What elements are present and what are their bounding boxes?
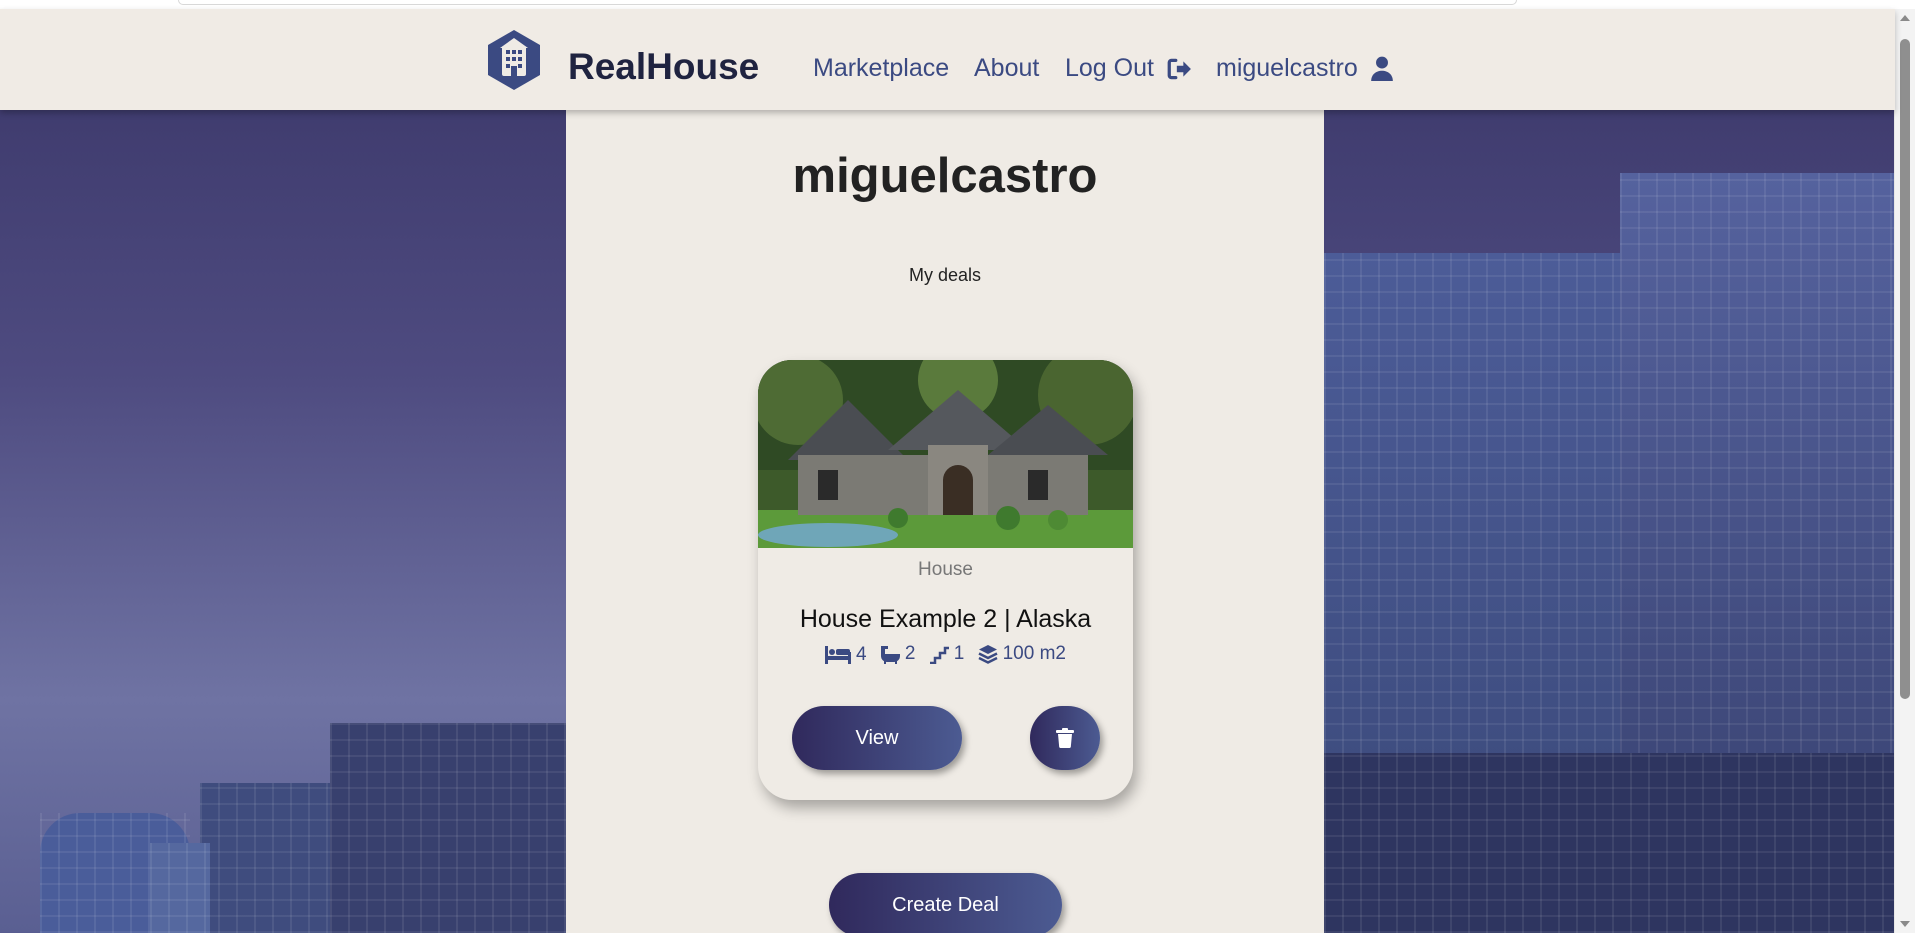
feature-bathrooms: 2 — [880, 643, 916, 665]
page-scrollbar[interactable] — [1894, 9, 1915, 933]
nav-marketplace[interactable]: Marketplace — [813, 54, 949, 83]
deal-features: 4 2 1 100 m2 — [758, 643, 1133, 670]
bathrooms-count: 2 — [904, 643, 916, 664]
nav-user[interactable]: miguelcastro — [1216, 54, 1358, 83]
user-icon[interactable] — [1369, 54, 1395, 82]
building-hexagon-icon[interactable] — [482, 28, 546, 92]
feature-bedrooms: 4 — [825, 644, 867, 666]
nav-logout[interactable]: Log Out — [1065, 54, 1154, 83]
create-deal-button[interactable]: Create Deal — [829, 873, 1062, 933]
stairs-icon — [929, 646, 949, 664]
deal-photo — [758, 360, 1133, 548]
deal-type: House — [918, 559, 973, 580]
scroll-down-icon[interactable] — [1900, 921, 1910, 927]
profile-panel: miguelcastro My deals House House Exampl… — [566, 110, 1324, 933]
sign-out-icon[interactable] — [1166, 56, 1192, 82]
feature-area: 100 m2 — [978, 643, 1066, 665]
bedrooms-count: 4 — [856, 644, 867, 665]
bath-icon — [880, 646, 900, 664]
trash-icon — [1056, 728, 1074, 748]
view-deal-button[interactable]: View — [792, 706, 962, 770]
feature-floors: 1 — [929, 643, 965, 665]
delete-deal-button[interactable] — [1030, 706, 1100, 770]
layers-icon — [978, 645, 998, 664]
browser-address-bar-edge — [178, 0, 1517, 5]
section-title: My deals — [908, 265, 982, 285]
scroll-up-icon[interactable] — [1900, 15, 1910, 21]
deal-title: House Example 2 | Alaska — [799, 605, 1092, 633]
page-title: miguelcastro — [792, 149, 1098, 203]
browser-top-strip — [0, 0, 1915, 9]
area-value: 100 m2 — [1002, 643, 1066, 664]
scrollbar-thumb[interactable] — [1900, 39, 1910, 699]
deal-card: House House Example 2 | Alaska 4 2 1 100… — [758, 360, 1133, 800]
brand-name[interactable]: RealHouse — [568, 46, 759, 88]
nav-about[interactable]: About — [974, 54, 1039, 83]
floors-count: 1 — [953, 643, 965, 664]
bed-icon — [825, 646, 852, 664]
top-navbar: RealHouse Marketplace About Log Out migu… — [0, 9, 1895, 110]
